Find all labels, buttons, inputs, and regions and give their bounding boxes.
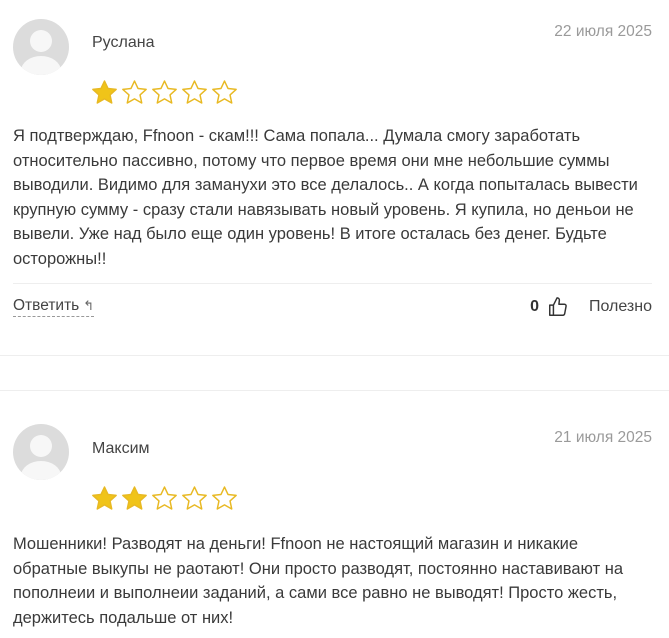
star-filled-icon xyxy=(92,486,117,510)
review-card: Максим 21 июля 2025 Мошенники! Разводят … xyxy=(0,391,669,638)
reply-button[interactable]: Ответить ↰ xyxy=(13,297,95,317)
star-empty-icon xyxy=(182,486,207,510)
star-empty-icon xyxy=(152,80,177,104)
star-empty-icon xyxy=(122,80,147,104)
star-empty-icon xyxy=(182,80,207,104)
star-empty-icon xyxy=(212,486,237,510)
review-card: Руслана 22 июля 2025 Я подтверждаю, Ffno… xyxy=(0,0,669,356)
thumbs-up-icon[interactable] xyxy=(547,296,569,318)
star-empty-icon xyxy=(212,80,237,104)
user-avatar-icon xyxy=(13,424,69,480)
vote-count: 0 xyxy=(530,298,539,315)
rating-stars xyxy=(90,79,239,105)
reply-label: Ответить xyxy=(13,297,80,314)
review-date: 22 июля 2025 xyxy=(554,23,652,40)
user-avatar-icon xyxy=(13,19,69,75)
review-text: Я подтверждаю, Ffnoon - скам!!! Сама поп… xyxy=(13,127,638,268)
star-filled-icon xyxy=(122,486,147,510)
divider xyxy=(13,283,652,284)
review-text: Мошенники! Разводят на деньги! Ffnoon не… xyxy=(13,535,623,627)
helpful-votes: 0 Полезно xyxy=(530,296,652,318)
rating-stars xyxy=(90,485,239,511)
review-divider xyxy=(0,355,669,391)
review-author: Руслана xyxy=(92,34,155,51)
star-empty-icon xyxy=(152,486,177,510)
reply-arrow-icon: ↰ xyxy=(83,298,95,313)
review-author: Максим xyxy=(92,440,150,457)
review-date: 21 июля 2025 xyxy=(554,429,652,446)
useful-button[interactable]: Полезно xyxy=(589,298,652,316)
star-filled-icon xyxy=(92,80,117,104)
